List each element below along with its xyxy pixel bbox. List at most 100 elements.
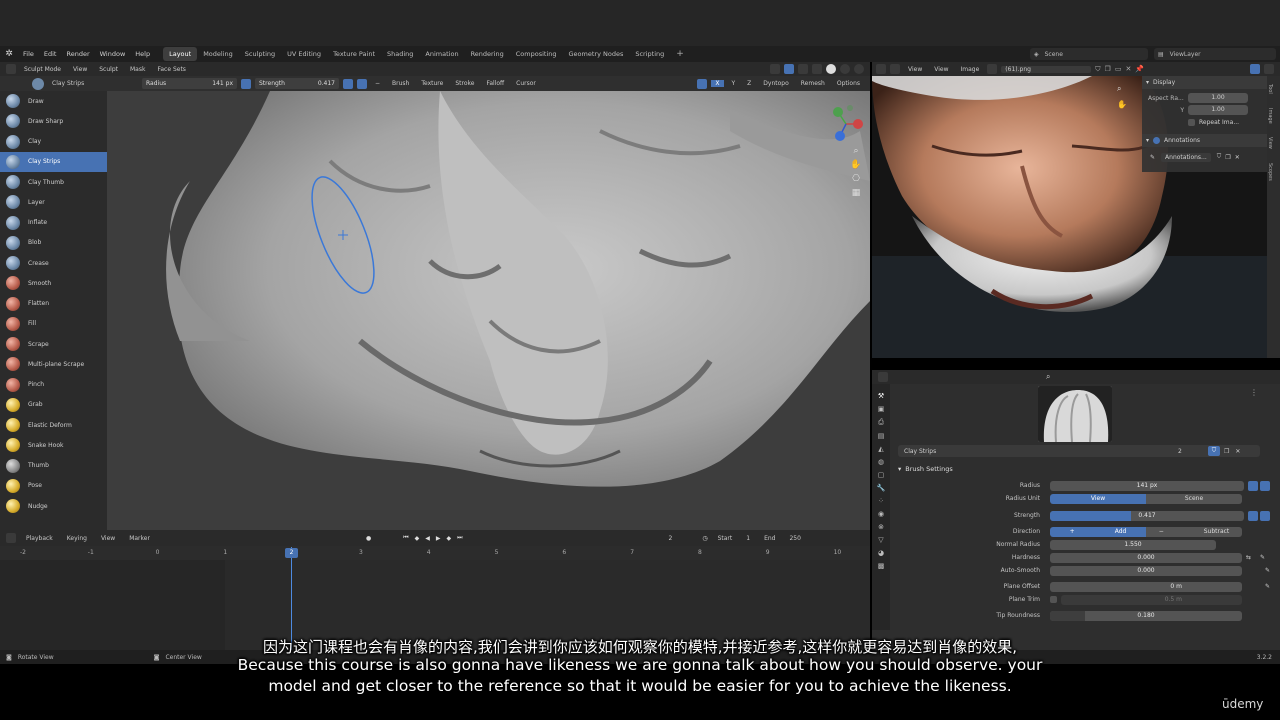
tool-grab[interactable]: Grab <box>0 395 107 415</box>
tool-clay-strips[interactable]: Clay Strips <box>0 151 107 172</box>
invert-arrows-icon[interactable]: ⇆ <box>1246 554 1260 561</box>
menu-keying[interactable]: Keying <box>63 535 91 542</box>
output-tab-icon[interactable]: ⎙ <box>878 418 884 427</box>
zoom-icon[interactable]: ⌕ <box>853 146 858 156</box>
brush-settings-header[interactable]: ▾ Brush Settings <box>898 462 1270 475</box>
strength-pressure-icon[interactable] <box>343 78 353 89</box>
view-layer-selector[interactable]: ▤ ViewLayer <box>1154 48 1276 60</box>
record-icon[interactable]: ● <box>366 535 371 542</box>
workspace-tab-rendering[interactable]: Rendering <box>465 47 510 61</box>
menu-edit[interactable]: Edit <box>39 46 62 62</box>
menu-help[interactable]: Help <box>130 46 155 62</box>
brush-icon[interactable] <box>32 77 44 90</box>
image-menu-view[interactable]: View <box>904 66 926 73</box>
menu-falloff[interactable]: Falloff <box>482 80 508 87</box>
tool-draw[interactable]: Draw <box>0 91 107 111</box>
grid-icon[interactable]: ▦ <box>852 188 861 198</box>
aspect-x-field[interactable]: 1.00 <box>1188 93 1248 103</box>
camera-icon[interactable]: ⎔ <box>852 174 860 184</box>
tool-tab-icon[interactable]: ⚒ <box>878 392 884 400</box>
object-tab-icon[interactable]: ▢ <box>878 471 885 479</box>
normal-radius-field[interactable]: 1.550 <box>1050 539 1216 550</box>
image-editor-type-icon[interactable] <box>876 64 886 74</box>
menu-view[interactable]: View <box>69 66 91 73</box>
tool-blob[interactable]: Blob <box>0 233 107 253</box>
unlink-image-icon[interactable]: ✕ <box>1125 65 1131 73</box>
tip-roundness-field[interactable]: 0.180 <box>1050 610 1242 621</box>
image-mode-icon[interactable] <box>890 64 900 74</box>
tool-smooth[interactable]: Smooth <box>0 273 107 293</box>
radius-field[interactable]: Radius 141 px <box>142 78 237 89</box>
strength-curve-icon[interactable] <box>1260 510 1270 521</box>
tool-clay[interactable]: Clay <box>0 132 107 152</box>
fake-user-icon[interactable]: ⛉ <box>1095 65 1100 74</box>
menu-cursor[interactable]: Cursor <box>512 80 540 87</box>
radius-pressure-icon[interactable] <box>241 78 251 89</box>
tool-clay-thumb[interactable]: Clay Thumb <box>0 172 107 192</box>
image-menu-view-2[interactable]: View <box>930 66 952 73</box>
workspace-tab-geometry-nodes[interactable]: Geometry Nodes <box>563 47 630 61</box>
direction-subtract[interactable]: − Subtract <box>1146 526 1242 537</box>
xray-toggle-icon[interactable] <box>798 64 808 74</box>
current-frame-field[interactable]: 2 <box>665 535 677 542</box>
tool-crease[interactable]: Crease <box>0 253 107 273</box>
end-field[interactable]: 250 <box>785 535 804 542</box>
menu-render[interactable]: Render <box>61 46 94 62</box>
gizmo-toggle-icon[interactable] <box>770 64 780 74</box>
pan-hand-icon[interactable]: ✋ <box>850 160 861 170</box>
constraints-tab-icon[interactable]: ⊗ <box>878 523 884 531</box>
tool-elastic-deform[interactable]: Elastic Deform <box>0 415 107 435</box>
auto-smooth-field[interactable]: 0.000 <box>1050 565 1242 576</box>
plane-offset-pressure-icon[interactable]: ✎ <box>1246 583 1270 590</box>
start-field[interactable]: 1 <box>742 535 754 542</box>
strength-slider[interactable]: 0.417 <box>1050 510 1244 521</box>
tab-image[interactable]: Image <box>1267 108 1273 124</box>
workspace-tab-scripting[interactable]: Scripting <box>629 47 670 61</box>
annotations-selector[interactable]: Annotations... <box>1161 152 1211 162</box>
direction-add-icon[interactable] <box>357 78 367 89</box>
auto-smooth-pressure-icon[interactable]: ✎ <box>1246 567 1270 574</box>
hardness-field[interactable]: 0.000 <box>1050 552 1242 563</box>
tab-view[interactable]: View <box>1267 137 1273 149</box>
radius-curve-icon[interactable] <box>1260 480 1270 491</box>
fake-user-shield-icon[interactable]: ⛉ <box>1208 446 1220 456</box>
tool-pose[interactable]: Pose <box>0 476 107 496</box>
editor-type-icon[interactable] <box>6 64 16 74</box>
workspace-tab-sculpting[interactable]: Sculpting <box>239 47 281 61</box>
shield-icon[interactable]: ⛉ <box>1217 153 1222 161</box>
workspace-tab-shading[interactable]: Shading <box>381 47 419 61</box>
image-name-field[interactable]: (61).png <box>1001 65 1092 73</box>
workspace-tab-compositing[interactable]: Compositing <box>510 47 563 61</box>
properties-editor-icon[interactable] <box>878 372 888 382</box>
data-tab-icon[interactable]: ▽ <box>878 536 883 544</box>
copy-icon[interactable]: ❐ <box>1225 154 1230 161</box>
timeline-editor-icon[interactable] <box>6 533 16 543</box>
tool-snake-hook[interactable]: Snake Hook <box>0 435 107 455</box>
symmetry-y[interactable]: Y <box>728 80 740 87</box>
annotations-toggle-icon[interactable] <box>1153 137 1161 144</box>
menu-sculpt[interactable]: Sculpt <box>95 66 122 73</box>
playhead-line[interactable] <box>291 547 292 650</box>
menu-texture[interactable]: Texture <box>417 80 447 87</box>
menu-stroke[interactable]: Stroke <box>451 80 478 87</box>
mode-selector[interactable]: Sculpt Mode <box>20 66 65 73</box>
hardness-pressure-icon[interactable]: ✎ <box>1260 554 1270 561</box>
pin-icon[interactable]: 📌 <box>1135 65 1144 73</box>
direction-subtract-icon[interactable]: − <box>371 80 384 87</box>
plane-offset-field[interactable]: 0 m <box>1050 581 1242 592</box>
menu-brush[interactable]: Brush <box>388 80 413 87</box>
symmetry-z[interactable]: Z <box>743 80 755 87</box>
tool-multi-plane-scrape[interactable]: Multi-plane Scrape <box>0 354 107 374</box>
tool-inflate[interactable]: Inflate <box>0 213 107 233</box>
open-image-icon[interactable]: ▭ <box>1115 65 1122 73</box>
menu-window[interactable]: Window <box>95 46 131 62</box>
properties-search-icon[interactable]: ⌕ <box>1046 372 1050 382</box>
prev-key-icon[interactable]: ◆ <box>415 535 420 542</box>
tool-draw-sharp[interactable]: Draw Sharp <box>0 111 107 131</box>
jump-start-icon[interactable]: ⏮ <box>403 534 408 542</box>
options-menu[interactable]: Options <box>833 80 864 87</box>
more-options-icon[interactable]: ⋮ <box>1250 388 1258 397</box>
shading-material-icon[interactable] <box>840 64 850 74</box>
navigation-gizmo[interactable] <box>826 100 870 144</box>
render-tab-icon[interactable]: ▣ <box>878 405 885 413</box>
